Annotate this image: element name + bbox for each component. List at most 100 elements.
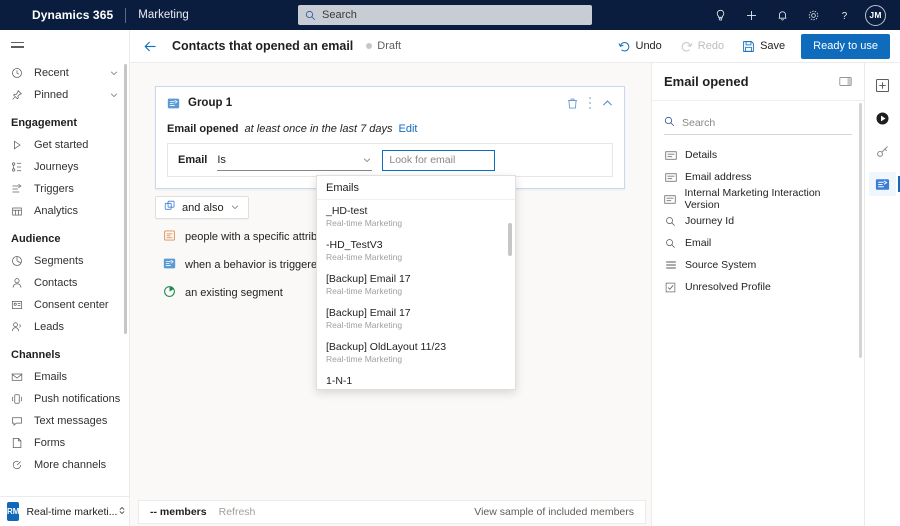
list-item[interactable]: Journey Id — [652, 210, 864, 232]
ready-to-use-button[interactable]: Ready to use — [801, 33, 890, 59]
list-item[interactable]: 1-N-1 Real-time Marketing — [317, 370, 515, 389]
chevron-down-icon — [362, 155, 372, 165]
sidebar-item-leads[interactable]: Leads — [0, 316, 129, 338]
dropdown-header: Emails — [317, 176, 515, 200]
attribute-label: Details — [685, 149, 718, 161]
option-name: [Backup] OldLayout 11/23 — [326, 341, 447, 353]
option-behavior-triggered[interactable]: when a behavior is triggered — [155, 251, 332, 279]
sidebar-item-triggers[interactable]: Triggers — [0, 178, 129, 200]
option-label: an existing segment — [185, 287, 283, 299]
option-sub: Real-time Marketing — [326, 218, 403, 228]
save-button[interactable]: Save — [734, 34, 793, 59]
condition-name: Email opened — [167, 123, 239, 135]
leads-icon — [11, 321, 26, 333]
avatar[interactable]: JM — [865, 4, 886, 26]
chevron-down-icon — [230, 199, 240, 217]
option-sub: Real-time Marketing — [326, 388, 506, 389]
gear-icon[interactable] — [798, 0, 829, 30]
and-also-options: people with a specific attribute when a … — [155, 223, 332, 307]
attributes-search-box[interactable]: Search — [664, 111, 852, 135]
sidebar-item-label: Contacts — [34, 277, 78, 289]
list-item[interactable]: [Backup] OldLayout 11/23 Real-time Marke… — [317, 336, 515, 370]
sidebar-item-analytics[interactable]: Analytics — [0, 200, 129, 222]
and-also-chip[interactable]: and also — [155, 196, 249, 219]
plus-icon[interactable] — [736, 0, 767, 30]
back-arrow-icon[interactable] — [136, 32, 164, 60]
list-item[interactable]: Unresolved Profile — [652, 276, 864, 298]
group-card: Group 1 Email opened at least once in th… — [155, 86, 625, 189]
sidebar-item-forms[interactable]: Forms — [0, 432, 129, 454]
command-bar: Contacts that opened an email Draft Undo… — [130, 30, 900, 63]
more-vertical-icon[interactable] — [588, 96, 592, 110]
option-people-with-attribute[interactable]: people with a specific attribute — [155, 223, 332, 251]
option-sub: Real-time Marketing — [326, 320, 403, 330]
list-item[interactable]: Internal Marketing Interaction Version — [652, 187, 864, 211]
top-bar-actions: ? JM — [705, 0, 892, 30]
list-item[interactable]: [Backup] Email 17 Real-time Marketing — [317, 302, 515, 336]
pin-icon — [11, 89, 26, 101]
sidebar-item-label: Emails — [34, 371, 68, 383]
list-item[interactable]: [Backup] Email 17 Real-time Marketing — [317, 268, 515, 302]
lightbulb-icon[interactable] — [705, 0, 736, 30]
redo-button[interactable]: Redo — [672, 34, 732, 59]
hamburger-menu-icon[interactable] — [0, 30, 129, 62]
operator-select[interactable]: Is — [217, 149, 373, 171]
group-name: Group 1 — [188, 97, 233, 109]
consent-icon — [11, 299, 26, 311]
page-title: Contacts that opened an email — [172, 39, 354, 53]
sidebar-item-consent-center[interactable]: Consent center — [0, 294, 129, 316]
sidebar-item-emails[interactable]: Emails — [0, 366, 129, 388]
brand-label: Dynamics 365 — [32, 8, 114, 22]
members-count: -- members — [150, 506, 207, 518]
right-tool-rail — [865, 63, 900, 526]
chevron-up-icon[interactable] — [601, 97, 614, 110]
sidebar-item-contacts[interactable]: Contacts — [0, 272, 129, 294]
bell-icon[interactable] — [767, 0, 798, 30]
play-filled-icon[interactable] — [869, 106, 896, 130]
option-name: _HD-test — [326, 205, 368, 217]
sidebar-scroll-area: Recent Pinned Engagement Get started Jou… — [0, 62, 129, 496]
area-switcher[interactable]: RM Real-time marketi... — [0, 496, 129, 526]
list-item[interactable]: -HD_TestV3 Real-time Marketing — [317, 234, 515, 268]
chevron-down-icon — [109, 90, 119, 100]
search-icon — [305, 10, 316, 21]
sidebar-item-pinned[interactable]: Pinned — [0, 84, 129, 106]
edit-link[interactable]: Edit — [399, 123, 418, 135]
sidebar-item-push-notifications[interactable]: Push notifications — [0, 388, 129, 410]
sidebar-item-label: Journeys — [34, 161, 79, 173]
trash-icon[interactable] — [566, 97, 579, 110]
sidebar-scrollbar[interactable] — [124, 64, 127, 334]
help-icon[interactable]: ? — [829, 0, 860, 30]
list-item[interactable]: Details — [652, 144, 864, 166]
attributes-panel-scrollbar[interactable] — [859, 103, 862, 358]
dropdown-scrollbar[interactable] — [508, 223, 512, 256]
sidebar-item-text-messages[interactable]: Text messages — [0, 410, 129, 432]
attribute-label: Unresolved Profile — [685, 281, 771, 293]
undo-button[interactable]: Undo — [610, 34, 670, 59]
sidebar-item-recent[interactable]: Recent — [0, 62, 129, 84]
refresh-link[interactable]: Refresh — [219, 506, 256, 518]
sidebar-item-more-channels[interactable]: More channels — [0, 454, 129, 476]
undo-label: Undo — [635, 40, 662, 52]
sidebar-item-get-started[interactable]: Get started — [0, 134, 129, 156]
email-icon — [11, 371, 26, 383]
panel-collapse-icon[interactable] — [839, 76, 852, 87]
area-switcher-label: Real-time marketi... — [26, 505, 118, 518]
view-sample-link[interactable]: View sample of included members — [474, 506, 634, 518]
more-channels-icon — [11, 459, 26, 471]
option-name: [Backup] Email 17 — [326, 273, 411, 285]
add-card-icon[interactable] — [869, 73, 896, 97]
email-lookup-input[interactable]: Look for email — [382, 149, 496, 171]
sidebar-item-segments[interactable]: Segments — [0, 250, 129, 272]
sidebar-item-label: Get started — [34, 139, 89, 151]
attribute-pick-icon[interactable] — [869, 139, 896, 163]
list-item[interactable]: Email address — [652, 166, 864, 188]
list-item[interactable]: Email — [652, 232, 864, 254]
list-item[interactable]: Source System — [652, 254, 864, 276]
brand-divider — [125, 7, 127, 23]
list-item[interactable]: _HD-test Real-time Marketing — [317, 200, 515, 234]
option-existing-segment[interactable]: an existing segment — [155, 279, 332, 307]
global-search-box[interactable]: Search — [298, 5, 592, 25]
behavior-rail-icon[interactable] — [869, 172, 900, 196]
sidebar-item-journeys[interactable]: Journeys — [0, 156, 129, 178]
